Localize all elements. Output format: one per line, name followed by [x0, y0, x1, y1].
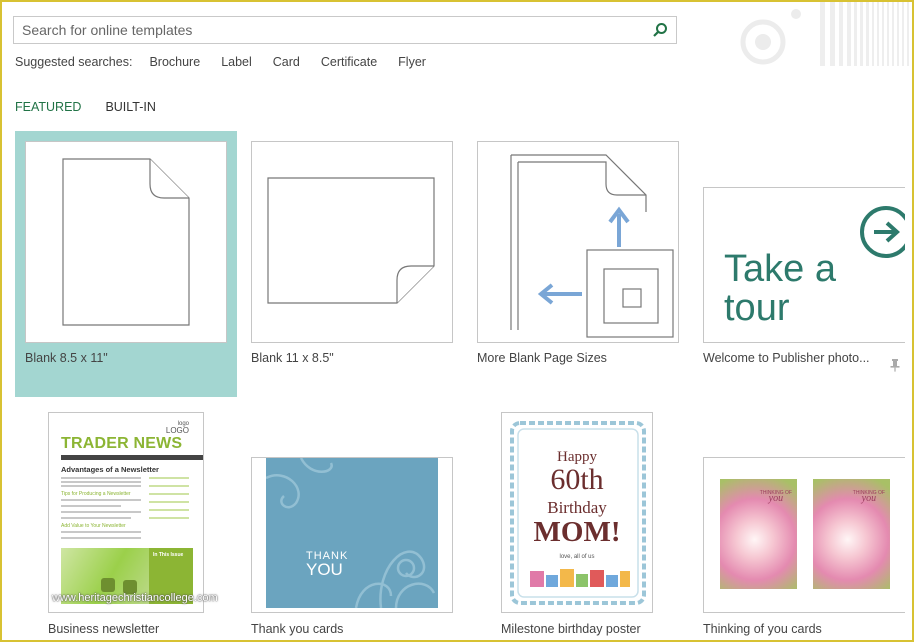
template-caption: Milestone birthday poster [501, 622, 641, 636]
template-caption: More Blank Page Sizes [477, 351, 607, 365]
newsletter-logo-line2: LOGO [165, 426, 189, 435]
page-sizes-icon [510, 154, 674, 338]
thinking-card-title: THINKING OF you [853, 490, 885, 504]
template-caption: Business newsletter [48, 622, 160, 636]
poster-love: love, all of us [559, 554, 595, 560]
newsletter-headline: Advantages of a Newsletter [61, 465, 159, 474]
tour-text: Take a tour [724, 250, 836, 328]
search-input[interactable] [14, 17, 650, 43]
template-caption: Welcome to Publisher photo... [703, 351, 870, 365]
suggested-link-label[interactable]: Label [221, 55, 252, 69]
thumbnail-thinking-of-you: THINKING OF you THINKING OF you [703, 457, 905, 613]
thank-you-text: THANK YOU [306, 550, 348, 579]
search-box[interactable] [13, 16, 677, 44]
watermark-text: www.heritagechristiancollege.com [52, 592, 218, 604]
template-thinking-of-you-cards[interactable]: THINKING OF you THINKING OF you Thinking… [693, 447, 914, 642]
thinking-card-right: THINKING OF you [813, 479, 890, 589]
gift-boxes [530, 569, 630, 587]
newsletter-tip2: Add Value to Your Newsletter [61, 523, 126, 529]
template-thank-you-cards[interactable]: THANK YOU Thank you cards [241, 447, 463, 642]
thinking-script-left: you [768, 493, 784, 504]
suggested-link-certificate[interactable]: Certificate [321, 55, 377, 69]
suggested-link-brochure[interactable]: Brochure [149, 55, 200, 69]
thinking-card-title: THINKING OF you [760, 490, 792, 504]
suggested-link-flyer[interactable]: Flyer [398, 55, 426, 69]
template-blank-landscape[interactable]: Blank 11 x 8.5" [241, 131, 463, 397]
newsletter-logo: logo LOGO [166, 421, 189, 435]
thumbnail-business-newsletter: logo LOGO TRADER NEWS Advantages of a Ne… [48, 412, 204, 613]
tab-featured[interactable]: FEATURED [15, 100, 81, 114]
tour-text-line2: tour [724, 287, 790, 329]
poster-mom: MOM! [533, 516, 621, 548]
template-caption: Thinking of you cards [703, 622, 822, 636]
template-caption: Blank 11 x 8.5" [251, 351, 334, 365]
thinking-script-right: you [861, 493, 877, 504]
template-tabs: FEATURED BUILT-IN [15, 100, 180, 114]
tour-text-line1: Take a [724, 248, 836, 290]
thank-you-line2: YOU [306, 560, 343, 579]
search-icon[interactable] [652, 22, 668, 38]
thumbnail-blank-portrait [25, 141, 227, 343]
poster-birthday: Birthday [547, 498, 607, 517]
newsletter-tip1: Tips for Producing a Newsletter [61, 491, 131, 497]
thumbnail-blank-landscape [251, 141, 453, 343]
decorative-graphic [740, 2, 909, 66]
template-take-a-tour[interactable]: Take a tour Welcome to Publisher photo..… [693, 177, 914, 397]
template-caption: Thank you cards [251, 622, 344, 636]
tab-built-in[interactable]: BUILT-IN [105, 100, 155, 114]
template-more-blank-sizes[interactable]: More Blank Page Sizes [467, 131, 689, 397]
swirl-pattern [266, 458, 436, 608]
suggested-searches-label: Suggested searches: [15, 55, 133, 69]
thumbnail-more-blank-sizes [477, 141, 679, 343]
poster-number: 60th [550, 463, 604, 496]
suggested-searches: Suggested searches: Brochure Label Card … [15, 55, 447, 69]
thinking-card-left: THINKING OF you [720, 479, 797, 589]
template-blank-portrait[interactable]: Blank 8.5 x 11" [15, 131, 237, 397]
newsletter-title: TRADER NEWS [61, 435, 183, 452]
template-caption: Blank 8.5 x 11" [25, 351, 108, 365]
blank-page-portrait-icon [62, 158, 190, 326]
blank-page-landscape-icon [267, 177, 435, 304]
template-milestone-birthday-poster[interactable]: Happy 60th Birthday MOM! love, all of us… [491, 402, 691, 642]
template-business-newsletter[interactable]: logo LOGO TRADER NEWS Advantages of a Ne… [38, 402, 238, 642]
thumbnail-take-a-tour: Take a tour [703, 187, 905, 343]
suggested-link-card[interactable]: Card [273, 55, 300, 69]
pin-icon[interactable] [889, 358, 901, 372]
thank-you-card: THANK YOU [266, 458, 438, 608]
newsletter-bar [61, 455, 203, 460]
thumbnail-thank-you-cards: THANK YOU [251, 457, 453, 613]
thumbnail-milestone-birthday: Happy 60th Birthday MOM! love, all of us [501, 412, 653, 613]
